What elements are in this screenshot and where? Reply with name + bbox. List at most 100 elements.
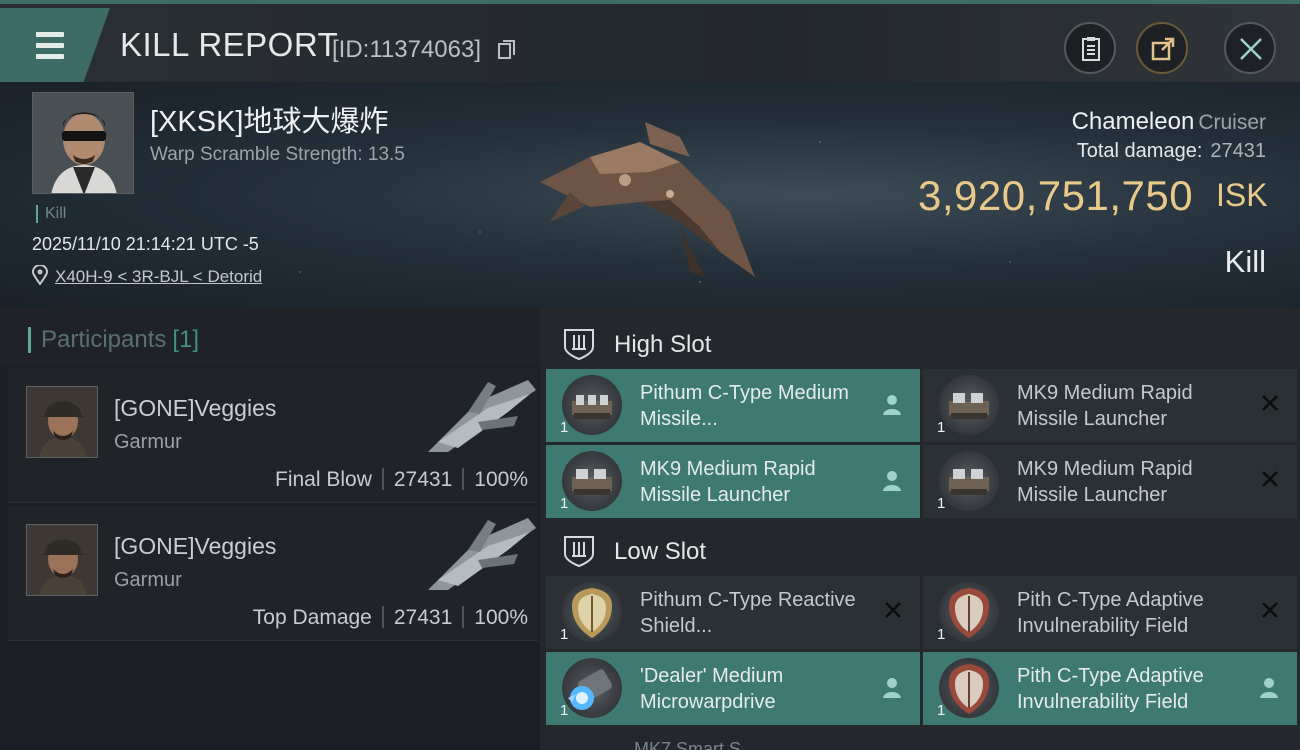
kill-summary-panel: [XKSK]地球大爆炸 Warp Scramble Strength: 13.5…	[0, 82, 1300, 307]
copy-icon[interactable]	[498, 40, 516, 60]
module-slot[interactable]: 1 MK9 Medium Rapid Missile Launcher	[923, 445, 1297, 518]
share-button[interactable]	[1136, 22, 1188, 74]
high-slot-label: High Slot	[614, 331, 712, 358]
ship-class: Cruiser	[1198, 111, 1266, 134]
top-bar: KILL REPORT [ID:11374063]	[0, 0, 1300, 82]
location-pin-icon	[32, 265, 48, 285]
module-slot[interactable]: 1 MK9 Medium Rapid Missile Launcher	[923, 369, 1297, 442]
participant-damage: 27431	[393, 468, 453, 491]
victim-ship-type: Chameleon Cruiser	[1072, 108, 1266, 136]
participant-percent: 100%	[474, 606, 528, 629]
participants-title: Participants [1]	[28, 327, 199, 353]
module-name: Pith C-Type Adaptive Invulnerability Fie…	[1017, 665, 1204, 713]
module-name: Pithum C-Type Reactive Shield...	[640, 589, 856, 637]
low-slot-header: Low Slot	[540, 518, 1300, 578]
module-quantity: 1	[560, 495, 569, 512]
participant-ship-image	[428, 518, 536, 590]
total-damage: Total damage: 27431	[1077, 140, 1266, 163]
share-icon	[1151, 37, 1175, 61]
total-damage-label: Total damage:	[1076, 140, 1203, 162]
participant-row[interactable]: [GONE]Veggies Garmur Top Damage 27431 100%	[8, 506, 538, 641]
fittings-panel: High Slot 1 Pithum C-Type Medium Missile…	[540, 307, 1300, 750]
hamburger-icon	[28, 31, 64, 60]
kill-tag: Kill	[36, 205, 66, 223]
slot-shield-icon	[564, 536, 594, 568]
kill-status: Kill	[1224, 244, 1266, 279]
module-slot[interactable]: 1 'Dealer' Medium Microwarpdrive	[546, 652, 920, 725]
microwarpdrive-icon	[562, 658, 622, 718]
module-name: Pithum C-Type Medium Missile...	[640, 382, 849, 430]
participant-stats: Final Blow 27431 100%	[275, 468, 528, 492]
clipboard-icon	[1082, 37, 1100, 61]
low-slot-label: Low Slot	[614, 538, 707, 565]
missile-launcher-icon	[939, 375, 999, 435]
module-quantity: 1	[937, 495, 946, 512]
module-slot[interactable]: 1 Pithum C-Type Reactive Shield...	[546, 576, 920, 649]
missile-launcher-icon	[939, 451, 999, 511]
isk-value: 3,920,751,750	[918, 172, 1194, 219]
module-name-cutoff: MK7 Smart S...	[634, 739, 757, 750]
module-quantity: 1	[560, 702, 569, 719]
module-name: MK9 Medium Rapid Missile Launcher	[1017, 458, 1193, 506]
warp-scramble-strength: Warp Scramble Strength: 13.5	[150, 144, 405, 165]
isk-unit: ISK	[1216, 177, 1268, 213]
module-name: MK9 Medium Rapid Missile Launcher	[1017, 382, 1193, 430]
participant-ship: Garmur	[114, 569, 182, 591]
module-slot[interactable]: 1 Pithum C-Type Medium Missile...	[546, 369, 920, 442]
shield-hardener-icon	[939, 658, 999, 718]
module-name: Pith C-Type Adaptive Invulnerability Fie…	[1017, 589, 1204, 637]
x-icon	[1262, 602, 1278, 618]
module-slot[interactable]: 1 Pith C-Type Adaptive Invulnerability F…	[923, 576, 1297, 649]
module-quantity: 1	[937, 626, 946, 643]
x-icon	[1262, 471, 1278, 487]
missile-launcher-icon	[562, 451, 622, 511]
person-icon	[1260, 678, 1278, 698]
slot-shield-icon	[564, 329, 594, 361]
participant-stats: Top Damage 27431 100%	[253, 606, 528, 630]
clipboard-button[interactable]	[1064, 22, 1116, 74]
module-slot[interactable]: 1 Pith C-Type Adaptive Invulnerability F…	[923, 652, 1297, 725]
module-quantity: 1	[937, 419, 946, 436]
person-icon	[883, 471, 901, 491]
menu-button[interactable]	[0, 8, 110, 82]
missile-launcher-icon	[562, 375, 622, 435]
person-icon	[883, 678, 901, 698]
participants-panel: Participants [1] [GONE]Veggies Garmur Fin…	[0, 307, 540, 750]
participants-header: Participants [1]	[0, 307, 540, 367]
page-title: KILL REPORT	[120, 26, 339, 63]
participant-name[interactable]: [GONE]Veggies	[114, 533, 276, 560]
module-name: MK9 Medium Rapid Missile Launcher	[640, 458, 816, 506]
module-slot[interactable]: 1 MK9 Medium Rapid Missile Launcher	[546, 445, 920, 518]
victim-name[interactable]: [XKSK]地球大爆炸	[150, 98, 389, 140]
location-link[interactable]: X40H-9 < 3R-BJL < Detorid	[55, 267, 262, 287]
close-button[interactable]	[1224, 22, 1276, 74]
report-id: [ID:11374063]	[332, 36, 482, 63]
module-name: 'Dealer' Medium Microwarpdrive	[640, 665, 784, 713]
victim-portrait[interactable]	[32, 92, 134, 194]
participant-name[interactable]: [GONE]Veggies	[114, 395, 276, 422]
participant-role: Top Damage	[252, 606, 372, 629]
participants-count: [1]	[172, 326, 200, 353]
shield-hardener-icon	[562, 582, 622, 642]
ship-name[interactable]: Chameleon	[1072, 108, 1195, 135]
participant-percent: 100%	[474, 468, 528, 491]
participant-avatar[interactable]	[26, 524, 98, 596]
participant-avatar[interactable]	[26, 386, 98, 458]
x-icon	[885, 602, 901, 618]
module-quantity: 1	[560, 419, 569, 436]
module-quantity: 1	[937, 702, 946, 719]
module-quantity: 1	[560, 626, 569, 643]
participant-row[interactable]: [GONE]Veggies Garmur Final Blow 27431 100%	[8, 368, 538, 503]
participant-role: Final Blow	[275, 468, 372, 491]
shield-hardener-icon	[939, 582, 999, 642]
victim-ship-image	[540, 122, 755, 277]
high-slot-header: High Slot	[540, 311, 1300, 371]
x-icon	[1262, 395, 1278, 411]
participant-ship-image	[428, 380, 536, 452]
participants-label: Participants	[41, 326, 167, 353]
total-damage-value: 27431	[1210, 140, 1266, 162]
person-icon	[883, 395, 901, 415]
participant-damage: 27431	[393, 606, 453, 629]
participant-ship: Garmur	[114, 431, 182, 453]
kill-timestamp: 2025/11/10 21:14:21 UTC -5	[32, 234, 259, 254]
